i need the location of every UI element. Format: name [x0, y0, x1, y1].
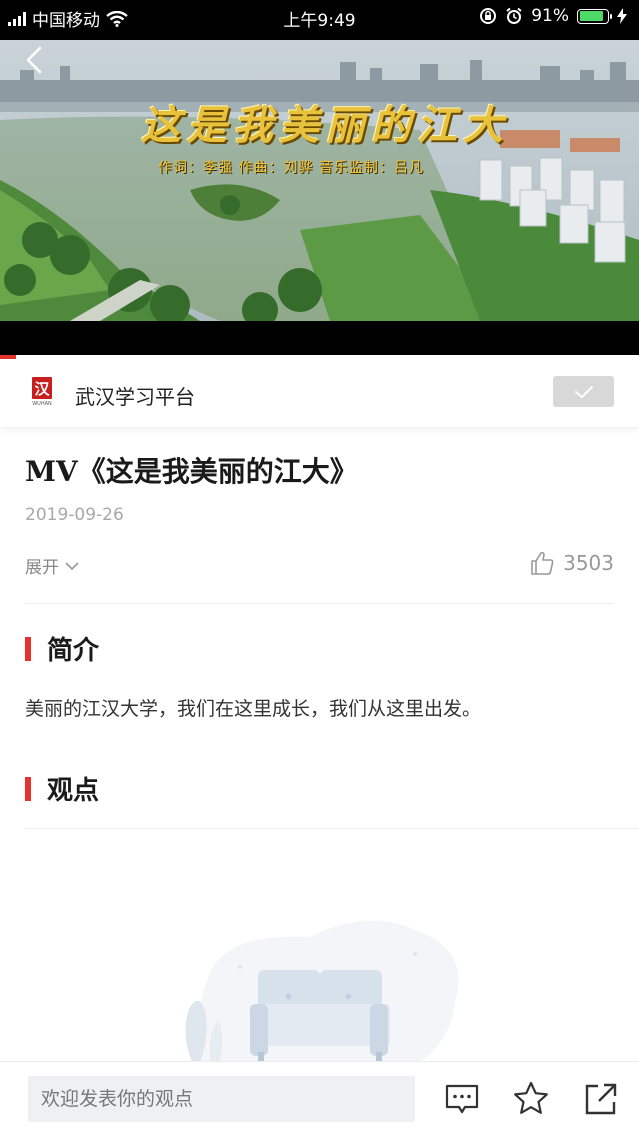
channel-logo[interactable]: 汉 WUHAN — [28, 376, 56, 410]
intro-heading-text: 简介 — [47, 636, 100, 666]
channel-logo-glyph: 汉 — [34, 380, 50, 398]
expand-toggle[interactable]: 展开 — [25, 553, 79, 578]
channel-name[interactable]: 武汉学习平台 — [75, 381, 195, 410]
star-icon[interactable] — [512, 1080, 550, 1118]
section-accent-bar — [25, 777, 31, 801]
like-button[interactable]: 3503 — [529, 550, 614, 576]
expand-label: 展开 — [25, 558, 59, 578]
battery-percent: 91% — [531, 6, 569, 26]
opinions-heading-text: 观点 — [47, 776, 100, 806]
thumbs-up-icon — [531, 551, 554, 575]
article-title: MV《这是我美丽的江大》 — [25, 455, 358, 488]
comment-input[interactable]: 欢迎发表你的观点 — [28, 1076, 415, 1122]
chevron-down-icon — [65, 561, 79, 570]
battery-fill — [579, 11, 604, 21]
intro-heading: 简介 — [25, 630, 99, 667]
follow-button[interactable] — [553, 376, 614, 407]
charging-icon — [617, 8, 627, 24]
section-accent-bar — [25, 637, 31, 661]
channel-logo-subtext: WUHAN — [32, 401, 52, 407]
divider — [25, 828, 639, 829]
battery-icon — [577, 8, 612, 24]
article-date: 2019-09-26 — [25, 505, 124, 525]
empty-comments-illustration — [185, 920, 459, 1062]
share-icon[interactable] — [582, 1080, 620, 1118]
video-title-overlay: 这是我美丽的江大 — [141, 102, 509, 149]
channel-bar: 汉 WUHAN 武汉学习平台 — [0, 359, 639, 427]
video-credits-overlay: 作词：李强 作曲：刘骅 音乐监制：吕凡 — [158, 160, 424, 176]
back-icon[interactable] — [20, 45, 50, 75]
check-icon — [574, 385, 593, 398]
comment-icon[interactable] — [443, 1080, 481, 1118]
video-frame-image — [0, 40, 639, 321]
rotation-lock-icon — [480, 8, 497, 24]
video-player[interactable]: 这是我美丽的江大 作词：李强 作曲：刘骅 音乐监制：吕凡 — [0, 33, 639, 355]
opinions-heading: 观点 — [25, 770, 99, 807]
alarm-icon — [506, 7, 522, 24]
like-count: 3503 — [563, 551, 614, 575]
divider — [25, 603, 614, 604]
bottom-bar: 欢迎发表你的观点 — [0, 1061, 639, 1138]
status-right: 91% — [479, 6, 627, 26]
intro-text: 美丽的江汉大学，我们在这里成长，我们从这里出发。 — [25, 698, 482, 720]
status-bar: 中国移动 上午9:49 91% — [0, 0, 639, 33]
